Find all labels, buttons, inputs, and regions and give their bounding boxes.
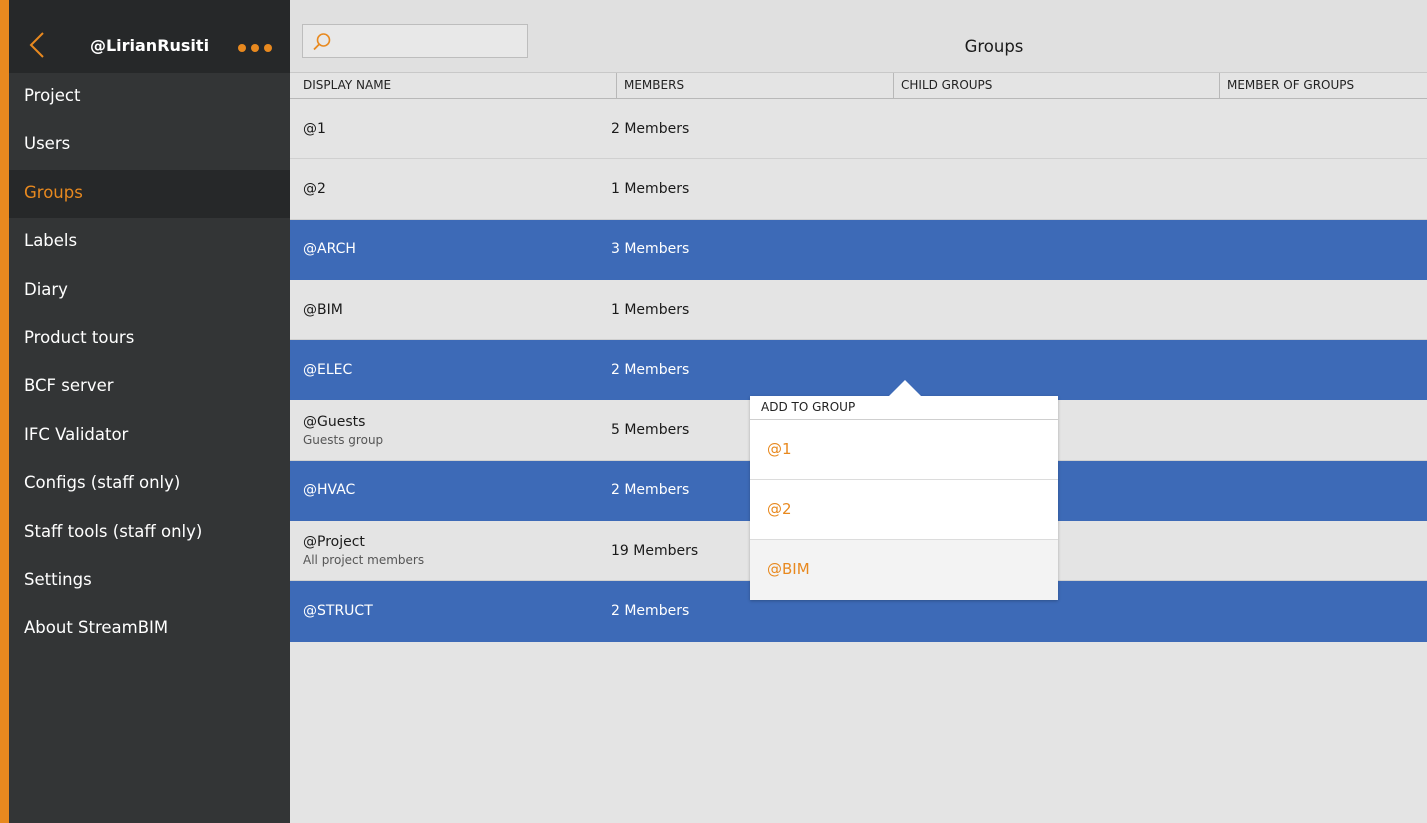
sidebar-nav: Project Users Groups Labels Diary Produc… [9, 73, 290, 654]
more-options-icon[interactable] [238, 44, 272, 52]
sidebar-item-product-tours[interactable]: Product tours [9, 315, 290, 363]
cell-members: 1 Members [611, 301, 690, 318]
sidebar-header: @LirianRusiti [9, 0, 290, 73]
cell-members: 1 Members [611, 180, 690, 197]
group-name: @ELEC [303, 361, 353, 378]
table-row[interactable]: @ELEC 2 Members [290, 340, 1427, 401]
group-description: Guests group [303, 432, 384, 447]
group-name: @Guests [303, 413, 366, 430]
cell-display-name: @ARCH [290, 241, 611, 257]
sidebar-item-users[interactable]: Users [9, 121, 290, 169]
cell-members: 2 Members [611, 120, 690, 137]
column-header-child-groups[interactable]: CHILD GROUPS [894, 73, 1220, 98]
sidebar-item-diary[interactable]: Diary [9, 267, 290, 315]
cell-display-name: @BIM [290, 302, 611, 318]
cell-display-name: @2 [290, 181, 611, 197]
group-name: @ARCH [303, 241, 356, 258]
column-header-members[interactable]: MEMBERS [617, 73, 894, 98]
sidebar-item-configs[interactable]: Configs (staff only) [9, 460, 290, 508]
cell-display-name: @ELEC [290, 362, 611, 378]
search-icon [313, 33, 331, 51]
group-name: @2 [303, 180, 326, 197]
sidebar-item-settings[interactable]: Settings [9, 557, 290, 605]
back-arrow-icon[interactable] [27, 30, 47, 60]
page-title: Groups [964, 37, 1024, 56]
popup-arrow [889, 380, 921, 396]
group-name: @HVAC [303, 482, 356, 499]
cell-members: 2 Members [611, 603, 690, 620]
group-name: @BIM [303, 301, 343, 318]
group-name: @1 [303, 120, 326, 137]
sidebar-item-labels[interactable]: Labels [9, 218, 290, 266]
cell-members: 2 Members [611, 361, 690, 378]
popup-title: ADD TO GROUP [750, 396, 1058, 420]
cell-display-name: @HVAC [290, 482, 611, 498]
sidebar-item-bcf-server[interactable]: BCF server [9, 363, 290, 411]
top-bar: Groups [290, 0, 1427, 73]
popup-item-bim[interactable]: @BIM [750, 540, 1058, 600]
group-description: All project members [303, 553, 425, 568]
popup-item-2[interactable]: @2 [750, 480, 1058, 540]
sidebar-item-staff-tools[interactable]: Staff tools (staff only) [9, 509, 290, 557]
username-label: @LirianRusiti [89, 36, 210, 55]
cell-display-name: @Guests Guests group [290, 414, 611, 447]
sidebar-item-ifc-validator[interactable]: IFC Validator [9, 412, 290, 460]
search-input[interactable] [339, 29, 523, 55]
table-row[interactable]: @1 2 Members [290, 99, 1427, 160]
group-name: @STRUCT [303, 603, 373, 620]
cell-display-name: @Project All project members [290, 534, 611, 567]
add-to-group-popup: ADD TO GROUP @1 @2 @BIM [750, 380, 1058, 600]
sidebar-item-about[interactable]: About StreamBIM [9, 605, 290, 653]
table-row[interactable]: @ARCH 3 Members [290, 219, 1427, 280]
cell-members: 3 Members [611, 241, 690, 258]
group-name: @Project [303, 534, 365, 551]
search-box[interactable] [302, 24, 528, 58]
sidebar-item-groups[interactable]: Groups [9, 169, 290, 219]
popup-item-1[interactable]: @1 [750, 420, 1058, 480]
column-header-display-name[interactable]: DISPLAY NAME [290, 73, 617, 98]
table-row[interactable]: @BIM 1 Members [290, 279, 1427, 341]
column-header-member-of-groups[interactable]: MEMBER OF GROUPS [1220, 73, 1427, 98]
sidebar-item-project[interactable]: Project [9, 73, 290, 121]
table-header: DISPLAY NAME MEMBERS CHILD GROUPS MEMBER… [290, 73, 1427, 99]
table-row[interactable]: @2 1 Members [290, 159, 1427, 220]
cell-display-name: @STRUCT [290, 603, 611, 619]
cell-display-name: @1 [290, 121, 611, 137]
sidebar: @LirianRusiti Project Users Groups Label… [0, 0, 290, 823]
main-panel: Groups DISPLAY NAME MEMBERS CHILD GROUPS… [290, 0, 1427, 823]
